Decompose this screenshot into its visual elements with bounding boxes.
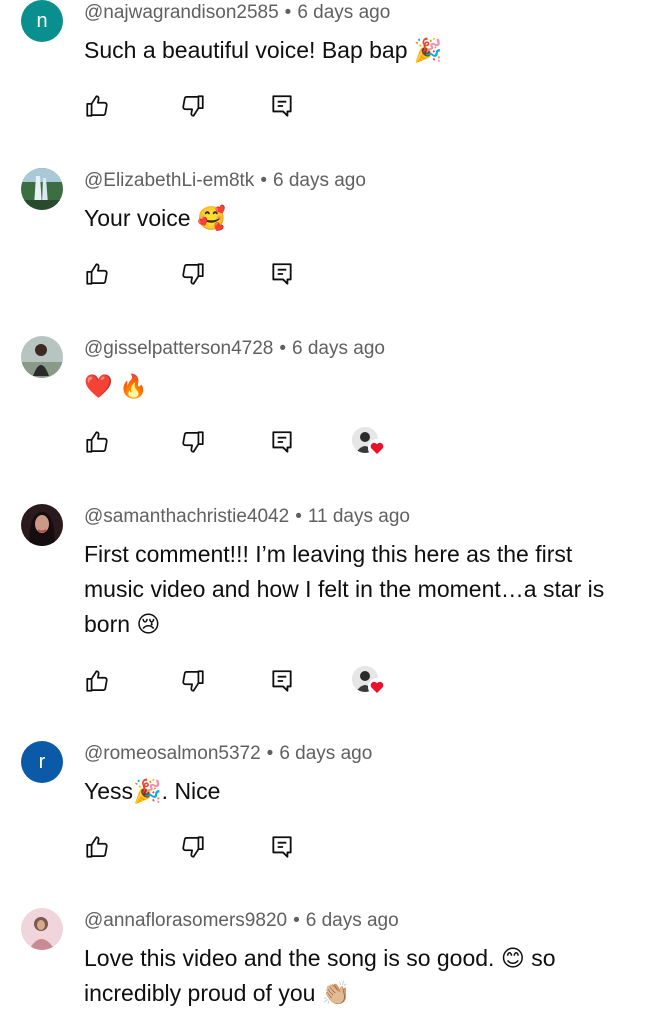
creator-heart [352,666,386,700]
comment-author[interactable]: @ElizabethLi-em8tk [84,170,254,191]
comments-list: n @najwagrandison2585 • 6 days ago Such a … [0,0,651,1024]
thumb-down-icon [180,93,206,119]
reply-button[interactable] [267,427,297,457]
avatar[interactable]: n [21,0,63,42]
comment-meta: @romeosalmon5372 • 6 days ago [84,743,372,765]
dislike-button[interactable] [178,666,208,696]
avatar[interactable] [21,504,63,546]
comment-author[interactable]: @romeosalmon5372 [84,743,261,764]
thumb-down-icon [180,668,206,694]
comment-meta: @annaflorasomers9820 • 6 days ago [84,910,399,932]
comment-meta: @gisselpatterson4728 • 6 days ago [84,338,385,360]
reply-button[interactable] [267,91,297,121]
thumb-up-icon [84,261,110,287]
reply-button[interactable] [267,832,297,862]
creator-heart-icon [368,678,386,696]
comment-time: 11 days ago [307,506,410,527]
dislike-button[interactable] [178,91,208,121]
like-button[interactable] [82,259,112,289]
meta-separator: • [260,170,267,191]
avatar[interactable]: r [21,741,63,783]
comment-time: 6 days ago [279,743,373,764]
avatar-photo [21,908,63,950]
comment-meta: @samanthachristie4042 • 11 days ago [84,506,410,528]
comment-meta: @ElizabethLi-em8tk • 6 days ago [84,170,366,192]
comment-time: 6 days ago [272,170,366,191]
reply-button[interactable] [267,666,297,696]
avatar[interactable] [21,336,63,378]
avatar-photo [21,504,63,546]
comment-author[interactable]: @najwagrandison2585 [84,2,279,23]
comment-actions [84,666,404,696]
avatar-photo [21,168,63,210]
comment-text: Yess🎉. Nice [84,778,221,804]
avatar-photo [21,336,63,378]
avatar[interactable] [21,168,63,210]
comment-time: 6 days ago [292,338,385,359]
thumb-up-icon [84,834,110,860]
like-button[interactable] [82,832,112,862]
comment-meta: @najwagrandison2585 • 6 days ago [84,2,390,24]
reply-comment-icon [269,93,295,119]
comment-actions [84,427,404,457]
meta-separator: • [295,506,302,527]
comment-text: Your voice 🥰 [84,205,226,231]
reply-comment-icon [269,834,295,860]
dislike-button[interactable] [178,259,208,289]
meta-separator: • [279,338,287,359]
thumb-down-icon [180,429,206,455]
comment-text: Love this video and the song is so good.… [84,945,556,1006]
comment-author[interactable]: @gisselpatterson4728 [84,338,273,359]
comment-time: 6 days ago [297,2,391,23]
comment-actions [84,91,404,121]
comment-text: First comment!!! I’m leaving this here a… [84,541,605,637]
avatar-letter: r [38,750,46,773]
dislike-button[interactable] [178,427,208,457]
thumb-up-icon [84,429,110,455]
dislike-button[interactable] [178,832,208,862]
thumb-up-icon [84,93,110,119]
avatar[interactable] [21,908,63,950]
comment-time: 6 days ago [305,910,399,931]
like-button[interactable] [82,666,112,696]
avatar-letter: n [36,9,48,32]
reply-comment-icon [269,261,295,287]
meta-separator: • [284,2,292,23]
meta-separator: • [266,743,274,764]
comment-actions [84,259,404,289]
like-button[interactable] [82,91,112,121]
comment-text: ❤️ 🔥 [84,373,148,399]
like-button[interactable] [82,427,112,457]
comment-author[interactable]: @samanthachristie4042 [84,506,289,527]
reply-button[interactable] [267,259,297,289]
reply-comment-icon [269,668,295,694]
comment-actions [84,832,404,862]
thumb-down-icon [180,834,206,860]
thumb-up-icon [84,668,110,694]
meta-separator: • [293,910,300,931]
comment-author[interactable]: @annaflorasomers9820 [84,910,287,931]
creator-heart [352,427,386,461]
comment-text: Such a beautiful voice! Bap bap 🎉 [84,37,443,63]
thumb-down-icon [180,261,206,287]
creator-heart-icon [368,439,386,457]
reply-comment-icon [269,429,295,455]
